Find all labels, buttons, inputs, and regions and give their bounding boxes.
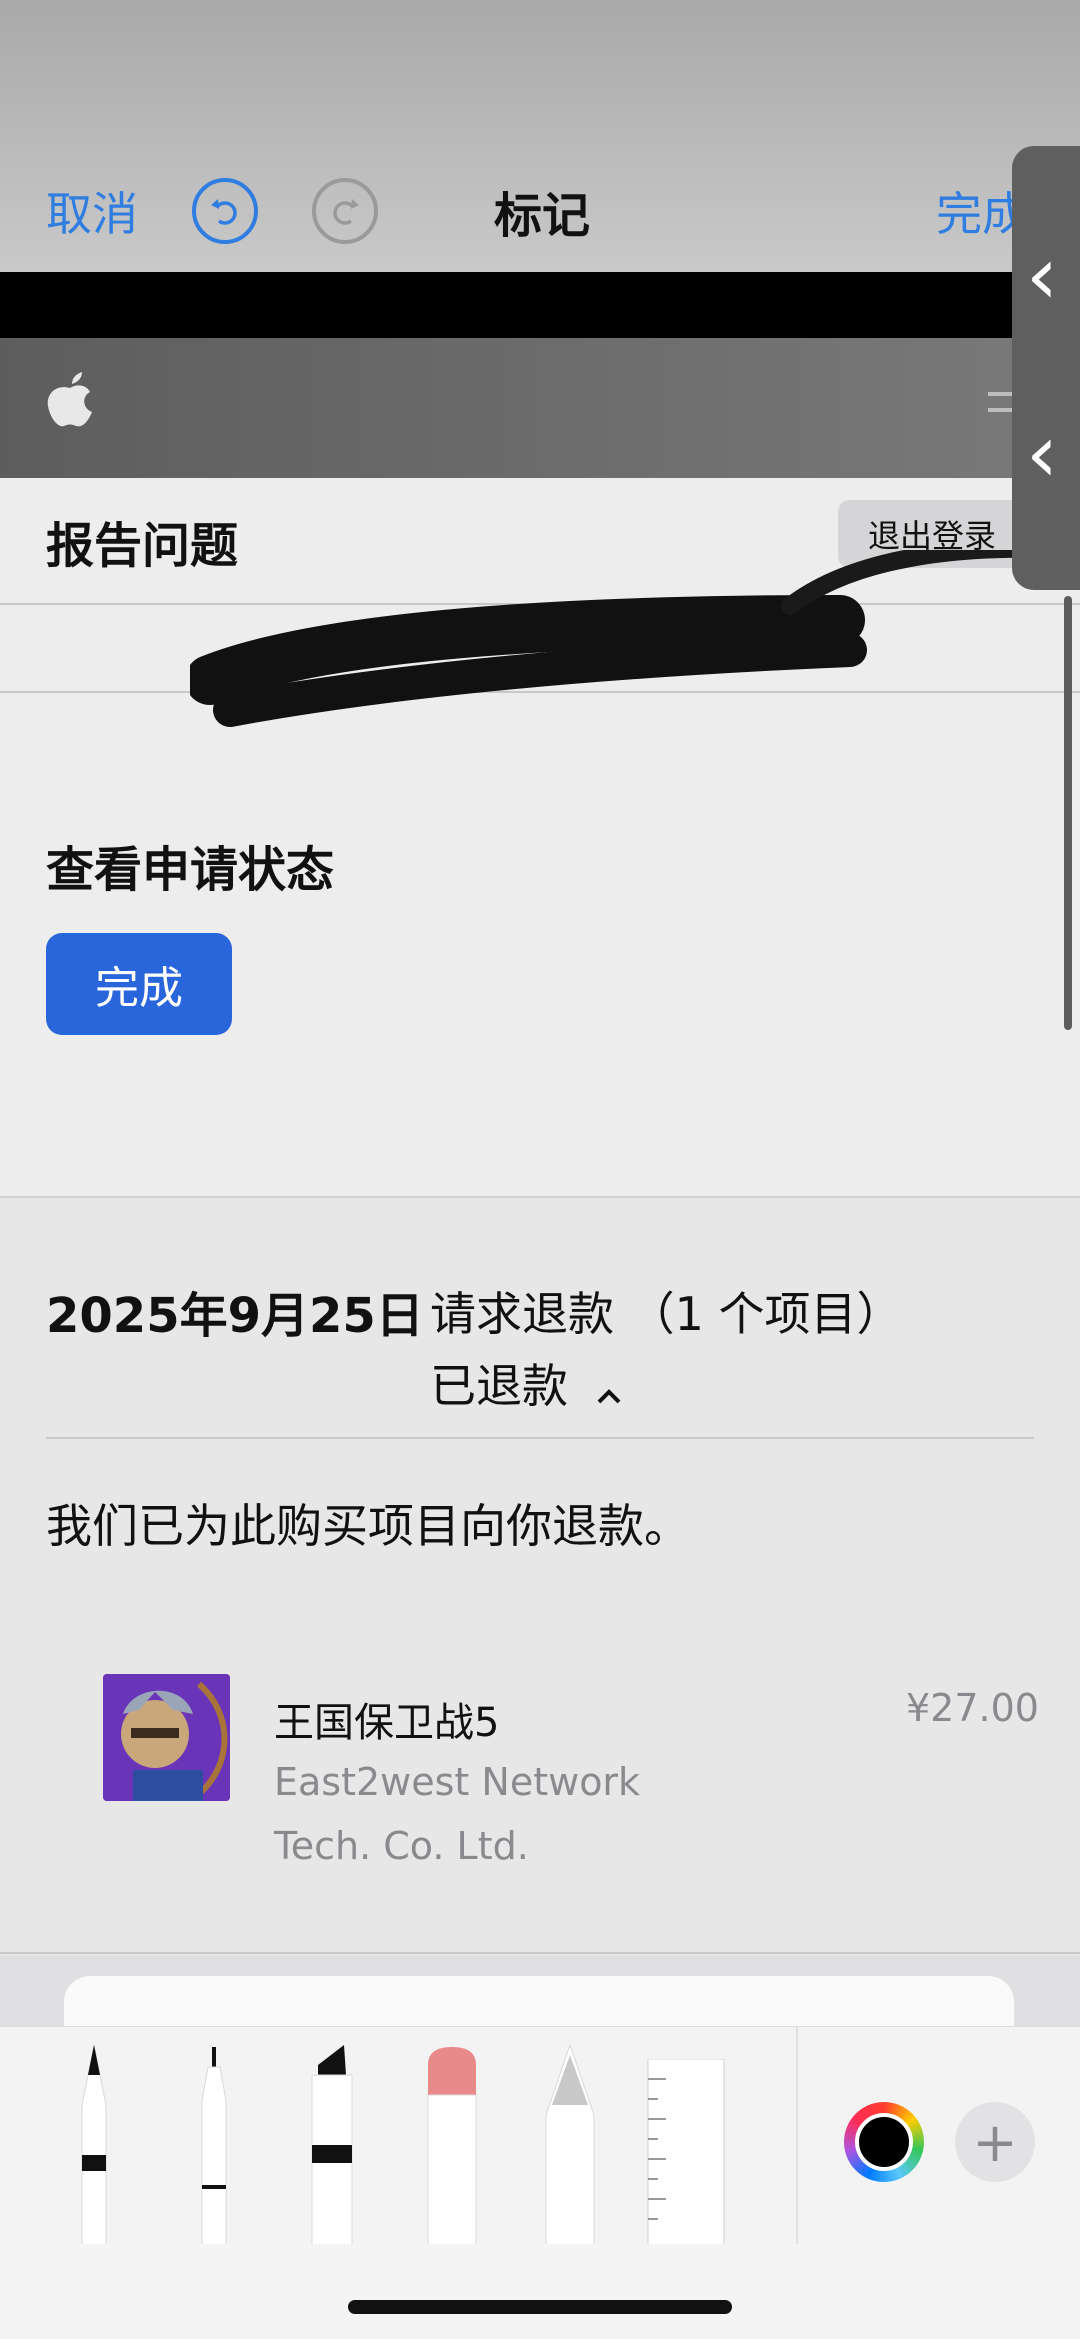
app-name: 王国保卫战5 (274, 1700, 500, 1746)
scrollbar[interactable] (1064, 596, 1072, 1030)
refund-message: 我们已为此购买项目向你退款。 (46, 1499, 690, 1553)
eraser-tool-icon[interactable] (424, 2045, 480, 2245)
add-icon[interactable]: + (955, 2102, 1035, 2182)
side-panel[interactable]: ‹ ‹ (1012, 146, 1080, 590)
chevron-left-icon[interactable]: ‹ (1026, 414, 1058, 494)
markup-title: 标记 (494, 188, 591, 244)
chevron-left-icon[interactable]: ‹ (1026, 236, 1058, 316)
pencil-tool-icon[interactable] (542, 2045, 598, 2245)
marker-tool-icon[interactable] (304, 2045, 360, 2245)
chevron-up-icon (595, 1363, 623, 1417)
refund-status-toggle[interactable]: 已退款 (430, 1350, 623, 1417)
divider (46, 1437, 1034, 1439)
item-price: ¥27.00 (906, 1686, 1039, 1730)
divider (0, 1952, 1080, 1954)
menu-icon[interactable] (988, 392, 1014, 424)
scribble-redaction (190, 550, 1079, 727)
fineliner-tool-icon[interactable] (186, 2045, 242, 2245)
home-indicator[interactable] (348, 2300, 732, 2314)
cancel-button[interactable]: 取消 (46, 178, 138, 244)
selected-color-swatch (855, 2113, 913, 2171)
request-label: 请求退款 （1 个项目） (430, 1287, 903, 1341)
color-picker-button[interactable] (844, 2102, 924, 2182)
pen-tool-icon[interactable] (66, 2045, 122, 2245)
undo-icon[interactable] (192, 178, 258, 244)
palette-divider (796, 2027, 798, 2245)
redaction-bar (0, 272, 1080, 338)
refund-status-label: 已退款 (430, 1359, 568, 1413)
redo-icon[interactable] (312, 178, 378, 244)
status-title: 查看申请状态 (46, 842, 335, 898)
bottom-bar (0, 2244, 1080, 2339)
developer-name-line2: Tech. Co. Ltd. (274, 1824, 529, 1868)
app-icon[interactable] (103, 1674, 230, 1801)
purchase-date: 2025年9月25日 (46, 1288, 424, 1344)
status-done-button[interactable]: 完成 (46, 933, 232, 1035)
apple-logo-icon[interactable] (46, 372, 94, 432)
developer-name-line1: East2west Network (274, 1760, 641, 1804)
ruler-tool-icon[interactable] (646, 2059, 726, 2245)
site-header (0, 338, 1080, 478)
